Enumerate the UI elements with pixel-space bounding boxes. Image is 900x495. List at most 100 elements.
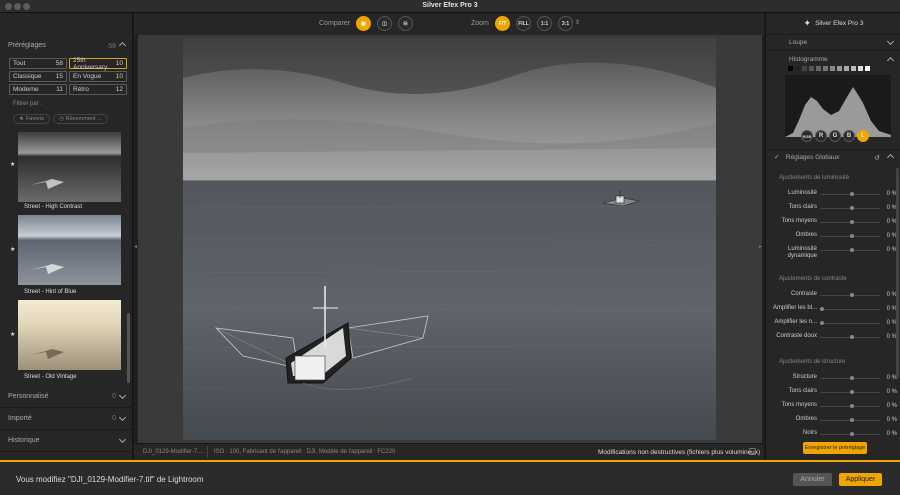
favorite-star-icon[interactable]: ★ — [10, 246, 15, 253]
zoom-1-1-button[interactable]: 1:1 — [537, 16, 552, 31]
presets-scrollbar[interactable] — [127, 313, 130, 383]
histogram-label: Histogramme — [789, 55, 828, 63]
reset-icon[interactable]: ↺ — [874, 155, 880, 162]
channel-button[interactable]: L — [857, 130, 869, 142]
loupe-header[interactable]: Loupe — [766, 35, 900, 51]
chevron-down-icon[interactable] — [118, 413, 127, 422]
nondestructive-checkbox[interactable] — [749, 448, 756, 455]
channel-button[interactable]: B — [843, 130, 855, 142]
slider-track[interactable] — [820, 321, 880, 325]
slider-handle[interactable] — [850, 248, 854, 252]
slider-track[interactable] — [820, 418, 880, 422]
slider-handle[interactable] — [850, 376, 854, 380]
slider-handle[interactable] — [850, 234, 854, 238]
slider-handle[interactable] — [850, 418, 854, 422]
zoom-fill-button[interactable]: FILL — [516, 16, 531, 31]
slider-track[interactable] — [820, 234, 880, 238]
channel-button[interactable]: R — [815, 130, 827, 142]
slider-track[interactable] — [820, 376, 880, 380]
zoom-3-1-button[interactable]: 3:1 — [558, 16, 573, 31]
left-section-header[interactable]: Personnalisé 0 — [0, 386, 133, 408]
slider-handle[interactable] — [850, 335, 854, 339]
slider-track[interactable] — [820, 293, 880, 297]
slider-row: Tons clairs 0 % — [766, 386, 900, 400]
slider-label: Tons clairs — [788, 204, 817, 210]
slider-label: Amplifier les n... — [774, 319, 817, 325]
slider-handle[interactable] — [850, 390, 854, 394]
slider-track[interactable] — [820, 220, 880, 224]
favorites-filter[interactable]: ★ Favoris — [13, 114, 50, 124]
slider-track[interactable] — [820, 404, 880, 408]
favorite-star-icon[interactable]: ★ — [10, 331, 15, 338]
preset-thumb-high-contrast[interactable] — [18, 132, 121, 202]
channel-button[interactable]: G — [829, 130, 841, 142]
zoom-fit-button[interactable]: FIT — [495, 16, 510, 31]
histogram-swatches — [788, 66, 870, 71]
slider-handle[interactable] — [850, 432, 854, 436]
preview-image[interactable] — [183, 38, 716, 440]
chevron-down-icon[interactable] — [118, 391, 127, 400]
preset-thumb-hint-of-blue[interactable] — [18, 215, 121, 285]
slider-track[interactable] — [820, 206, 880, 210]
category-label: Rétro — [73, 86, 89, 93]
slider-track[interactable] — [820, 432, 880, 436]
preset-category[interactable]: Classique 15 — [9, 71, 67, 82]
compare-side-by-side-icon[interactable]: ⊟ — [398, 16, 413, 31]
zoom-stepper-icon[interactable]: ⇕ — [575, 19, 580, 26]
compare-split-view-icon[interactable]: ◫ — [377, 16, 392, 31]
recent-filter[interactable]: ◷ Récemment ... — [52, 114, 108, 124]
slider-handle[interactable] — [850, 192, 854, 196]
nondestructive-label: Modifications non destructives (fichiers… — [598, 449, 761, 456]
slider-row: Luminosité 0 % — [766, 188, 900, 202]
slider-handle[interactable] — [820, 307, 824, 311]
category-label: Classique — [13, 73, 42, 80]
left-section-header[interactable]: Importé 0 — [0, 408, 133, 430]
preset-category[interactable]: Moderne 11 — [9, 84, 67, 95]
presets-header[interactable]: Préréglages 58 — [0, 35, 133, 55]
slider-row: Contraste doux 0 % — [766, 331, 900, 345]
cancel-button[interactable]: Annuler — [793, 473, 832, 486]
preset-category[interactable]: 25th Anniversary 10 — [69, 57, 127, 71]
chevron-up-icon[interactable] — [118, 41, 127, 50]
slider-label: Luminosité — [787, 190, 817, 196]
histogram-header[interactable]: Histogramme — [766, 51, 900, 67]
slider-value: 0 % — [886, 431, 897, 437]
slider-handle[interactable] — [850, 404, 854, 408]
collapse-left-icon[interactable]: ◂ — [134, 243, 137, 250]
slider-value: 0 % — [886, 403, 897, 409]
slider-track[interactable] — [820, 390, 880, 394]
chevron-up-icon[interactable] — [886, 153, 895, 161]
preset-category[interactable]: Tout 58 — [9, 58, 67, 69]
channel-button[interactable]: RGB — [801, 130, 813, 142]
preset-category[interactable]: En Vogue 10 — [69, 71, 127, 82]
save-preset-button[interactable]: Enregistrer le préréglage — [803, 442, 867, 454]
preset-category[interactable]: Rétro 12 — [69, 84, 127, 95]
chevron-down-icon[interactable] — [886, 37, 895, 45]
presets-count: 58 — [108, 43, 116, 50]
slider-handle[interactable] — [820, 321, 824, 325]
slider-track[interactable] — [820, 248, 880, 252]
slider-value: 0 % — [886, 389, 897, 395]
compare-single-view-icon[interactable]: ▣ — [356, 16, 371, 31]
title-bar: Silver Efex Pro 3 — [0, 0, 900, 13]
category-label: Tout — [13, 60, 26, 67]
slider-handle[interactable] — [850, 293, 854, 297]
left-section-header[interactable]: Historique — [0, 430, 133, 452]
apply-button[interactable]: Appliquer — [839, 473, 882, 486]
chevron-down-icon[interactable] — [118, 435, 127, 444]
chevron-up-icon[interactable] — [886, 56, 895, 65]
collapse-right-icon[interactable]: ▸ — [759, 243, 762, 250]
footer-message: Vous modifiez "DJI_0129-Modifier-7.tif" … — [16, 475, 204, 484]
brand-name: Silver Efex Pro 3 — [815, 20, 864, 27]
global-header[interactable]: ✓ Réglages Globaux ↺ — [766, 149, 900, 163]
slider-handle[interactable] — [850, 206, 854, 210]
swatch — [788, 66, 793, 71]
check-icon[interactable]: ✓ — [774, 154, 780, 161]
slider-track[interactable] — [820, 192, 880, 196]
slider-track[interactable] — [820, 335, 880, 339]
slider-handle[interactable] — [850, 220, 854, 224]
adjustments-scrollbar[interactable] — [896, 168, 899, 378]
preset-thumb-old-vintage[interactable] — [18, 300, 121, 370]
slider-track[interactable] — [820, 307, 880, 311]
favorite-star-icon[interactable]: ★ — [10, 161, 15, 168]
